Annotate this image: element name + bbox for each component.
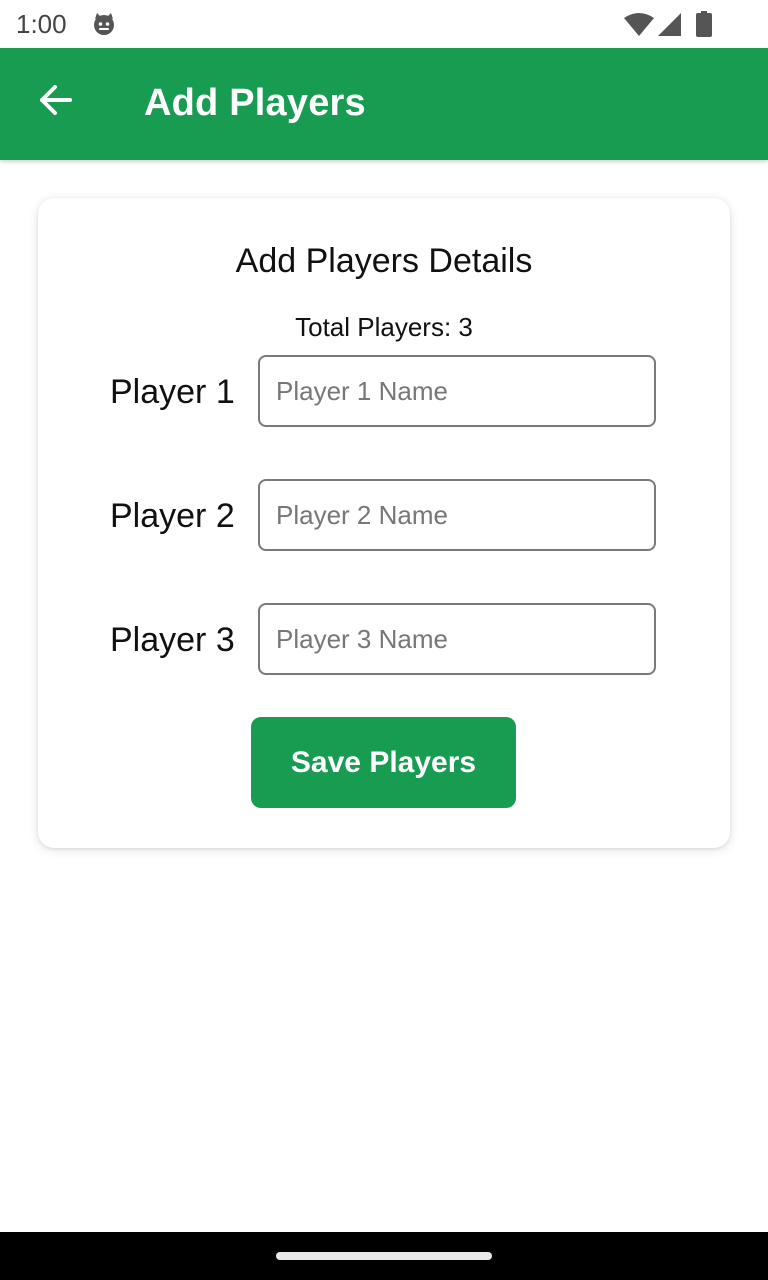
- card-title: Add Players Details: [235, 242, 533, 280]
- navigation-bar: [0, 1232, 768, 1280]
- battery-icon: [696, 11, 712, 42]
- player-3-name-input[interactable]: [258, 603, 656, 675]
- status-bar: 1:00: [0, 0, 768, 48]
- player-2-name-input[interactable]: [258, 479, 656, 551]
- cell-signal-icon: [658, 13, 682, 42]
- player-row-3: Player 3: [38, 603, 730, 677]
- player-2-label: Player 2: [110, 497, 235, 535]
- player-1-name-input[interactable]: [258, 355, 656, 427]
- back-button[interactable]: [28, 74, 84, 130]
- player-3-label: Player 3: [110, 621, 235, 659]
- status-time: 1:00: [16, 9, 67, 39]
- player-row-1: Player 1: [38, 355, 730, 429]
- page-title: Add Players: [144, 82, 366, 124]
- cat-face-icon: [92, 12, 116, 36]
- arrow-back-icon: [38, 82, 74, 123]
- home-indicator[interactable]: [276, 1252, 492, 1260]
- player-row-2: Player 2: [38, 479, 730, 553]
- total-players-text: Total Players: 3: [295, 312, 473, 342]
- wifi-icon: [624, 13, 654, 42]
- add-players-card: Add Players Details Total Players: 3 Pla…: [38, 198, 730, 848]
- player-1-label: Player 1: [110, 373, 235, 411]
- app-bar: Add Players: [0, 48, 768, 160]
- save-players-button[interactable]: Save Players: [251, 717, 516, 808]
